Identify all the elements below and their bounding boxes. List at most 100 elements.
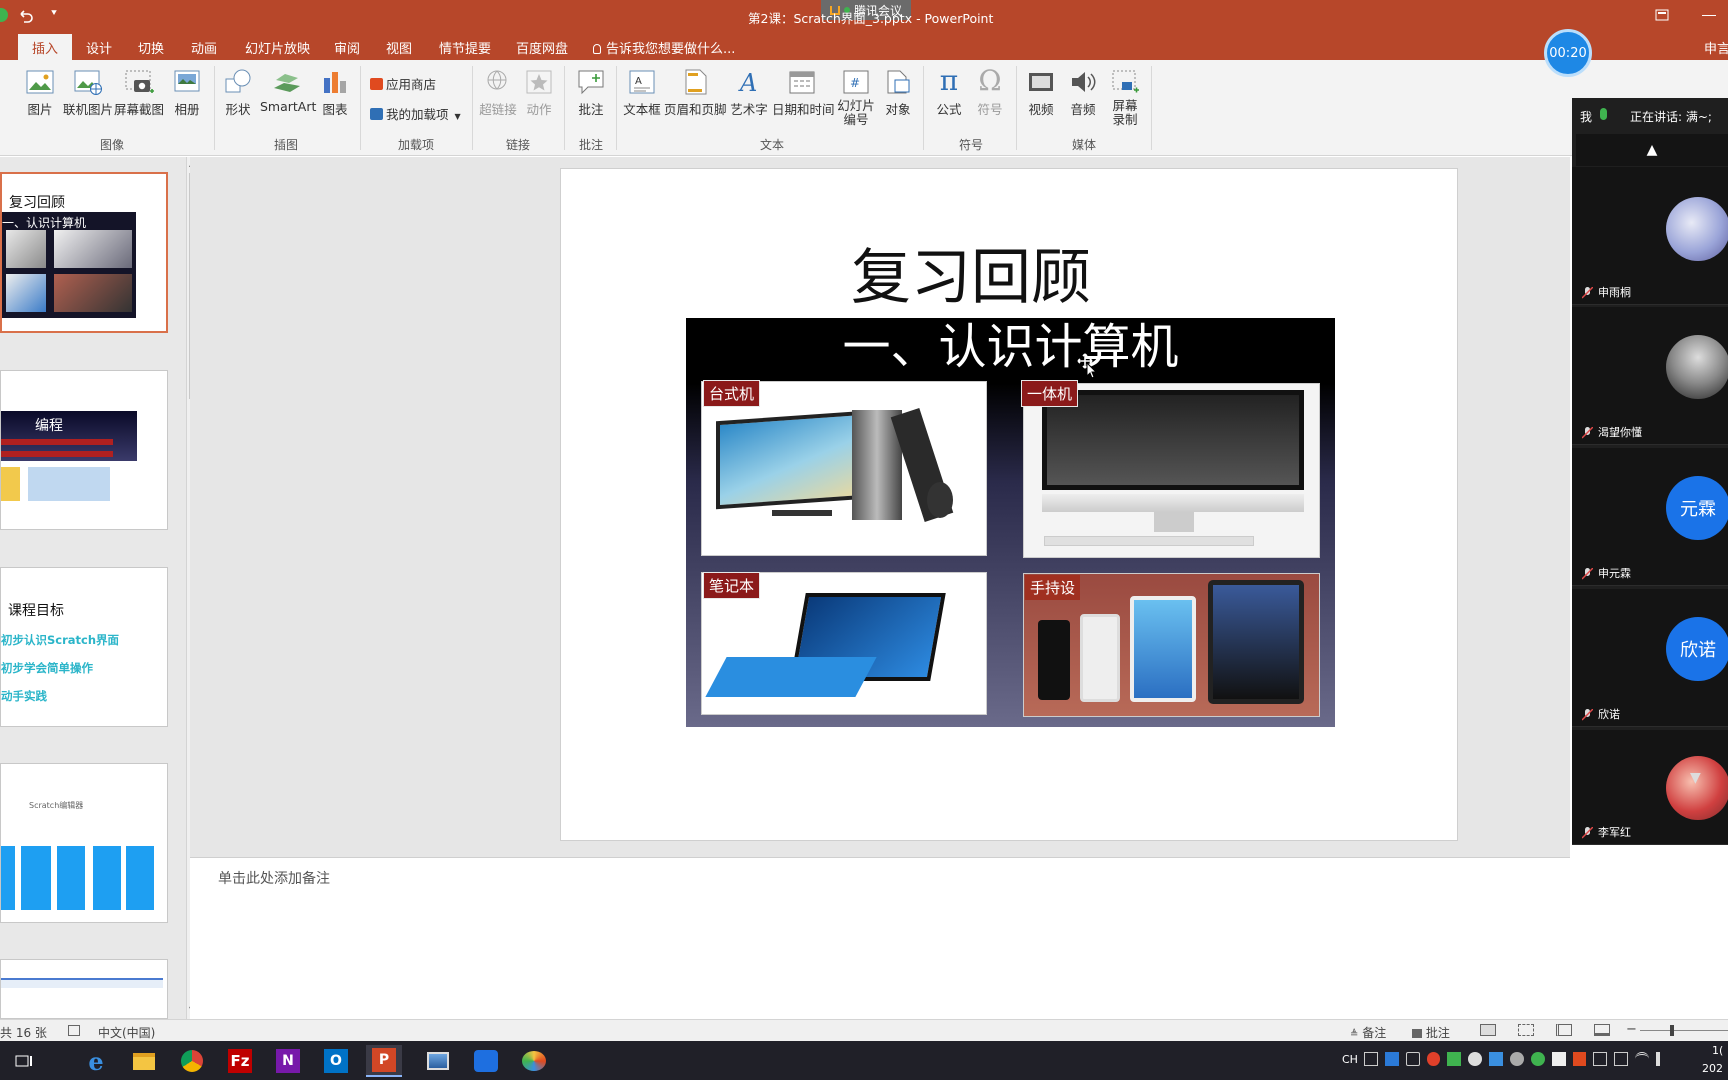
power-icon[interactable]: [0, 8, 8, 22]
slide-thumbnails-pane[interactable]: 复习回顾 一、认识计算机 编程 课程目标 初步认识Scratch界面 初步学会简…: [0, 157, 200, 1019]
current-slide[interactable]: 复习回顾 一、认识计算机 台式机 一体机 笔记本 手持设: [560, 168, 1458, 841]
tab-design[interactable]: 设计: [86, 38, 112, 57]
tray-monitor-icon[interactable]: [1447, 1052, 1462, 1066]
tray-meeting-icon[interactable]: [1384, 1052, 1399, 1066]
date-time-button[interactable]: 日期和时间: [772, 68, 835, 118]
tray-shield-icon[interactable]: [1489, 1052, 1504, 1066]
tray-window-icon[interactable]: [1593, 1052, 1608, 1066]
normal-view-icon[interactable]: [1480, 1024, 1496, 1036]
undo-icon[interactable]: [18, 8, 34, 24]
tray-wechat-icon[interactable]: [1530, 1052, 1545, 1066]
participant-card[interactable]: ▼ 李军红: [1572, 730, 1728, 845]
screen-recording-button[interactable]: 屏幕 录制: [1106, 68, 1144, 127]
tray-keyboard-icon[interactable]: [1364, 1052, 1378, 1066]
ribbon: 图片 联机图片 屏幕截图 相册 图像 形状 SmartArt 图表 插图 应用商…: [0, 60, 1728, 156]
minimize-icon[interactable]: [1702, 15, 1716, 16]
tray-pen-icon[interactable]: [1614, 1052, 1629, 1066]
language-status[interactable]: 中文(中国): [98, 1024, 155, 1041]
tray-wifi-icon[interactable]: [1635, 1052, 1650, 1066]
reading-view-icon[interactable]: [1556, 1024, 1572, 1036]
panel-scroll-down[interactable]: ▼: [1690, 770, 1701, 786]
wordart-button[interactable]: A 艺术字: [730, 68, 768, 118]
slideshow-icon[interactable]: [1594, 1024, 1610, 1036]
slide-number-button[interactable]: # 幻灯片 编号: [836, 68, 876, 127]
notes-placeholder[interactable]: 单击此处添加备注: [218, 868, 330, 888]
tray-nvidia-icon[interactable]: [1551, 1052, 1566, 1066]
taskbar-edge[interactable]: e: [78, 1045, 114, 1077]
slide-title[interactable]: 复习回顾: [561, 229, 1381, 316]
slide-thumbnail-1[interactable]: 复习回顾 一、认识计算机: [0, 172, 168, 333]
audio-button[interactable]: 音频: [1064, 68, 1102, 118]
participant-card[interactable]: 申雨桐: [1572, 167, 1728, 305]
participant-card[interactable]: 欣诺 欣诺: [1572, 589, 1728, 727]
taskbar-powerpoint[interactable]: P: [366, 1045, 402, 1077]
taskbar-paint[interactable]: [516, 1045, 552, 1077]
store-button[interactable]: 应用商店: [370, 74, 436, 93]
taskbar-explorer[interactable]: [126, 1045, 162, 1077]
participant-card[interactable]: 元霖 申元霖: [1572, 448, 1728, 586]
taskbar-onenote[interactable]: N: [270, 1045, 306, 1077]
slide-thumbnail-2[interactable]: 编程: [0, 370, 168, 530]
textbox-button[interactable]: A 文本框: [622, 68, 662, 118]
tray-volume-icon[interactable]: [1656, 1052, 1670, 1066]
zoom-slider[interactable]: [1640, 1025, 1728, 1036]
chart-button[interactable]: 图表: [318, 68, 352, 118]
tray-paw-icon[interactable]: [1468, 1052, 1483, 1066]
participant-card[interactable]: 渴望你懂: [1572, 307, 1728, 445]
input-language-indicator[interactable]: CH: [1342, 1053, 1358, 1066]
notes-toggle[interactable]: ≜ 备注: [1350, 1024, 1386, 1041]
computer-types-image[interactable]: 一、认识计算机 台式机 一体机 笔记本 手持设: [686, 318, 1335, 727]
zoom-out-icon[interactable]: −: [1626, 1022, 1637, 1037]
slide-sorter-icon[interactable]: [1518, 1024, 1534, 1036]
photo-album-button[interactable]: 相册: [170, 68, 204, 118]
taskbar-filezilla[interactable]: Fz: [222, 1045, 258, 1077]
clock-date[interactable]: 202: [1702, 1062, 1723, 1075]
notes-pane[interactable]: 单击此处添加备注: [190, 857, 1570, 1019]
smartart-button[interactable]: SmartArt: [260, 68, 316, 114]
video-button[interactable]: 视频: [1022, 68, 1060, 118]
tray-app-icon[interactable]: [1572, 1052, 1587, 1066]
tab-insert[interactable]: 插入: [18, 34, 73, 60]
comment-button[interactable]: 批注: [572, 68, 610, 118]
tab-storyboard[interactable]: 情节提要: [439, 38, 491, 57]
comments-toggle[interactable]: 批注: [1412, 1024, 1450, 1041]
tab-baidu-netdisk[interactable]: 百度网盘: [516, 38, 568, 57]
tray-usb-icon[interactable]: [1405, 1052, 1420, 1066]
ribbon-display-icon[interactable]: [1655, 8, 1669, 22]
task-view-button[interactable]: [6, 1045, 42, 1077]
online-picture-button[interactable]: 联机图片: [62, 68, 114, 118]
spellcheck-icon[interactable]: [68, 1025, 80, 1036]
equation-button[interactable]: π 公式: [930, 66, 968, 118]
slide-thumbnail-5[interactable]: [0, 959, 168, 1019]
tab-transitions[interactable]: 切换: [138, 38, 164, 57]
screenshot-button[interactable]: 屏幕截图: [114, 68, 164, 118]
meeting-timer[interactable]: 00:20: [1544, 29, 1592, 77]
tab-animations[interactable]: 动画: [191, 38, 217, 57]
pi-icon: π: [939, 64, 959, 97]
mic-on-icon[interactable]: [1600, 108, 1607, 120]
quick-access-dropdown-icon[interactable]: ⯆: [50, 8, 58, 19]
remote-desktop-icon: [427, 1052, 449, 1070]
insert-picture-button[interactable]: 图片: [22, 68, 58, 118]
taskbar-remote-app[interactable]: [420, 1045, 456, 1077]
taskbar-outlook[interactable]: O: [318, 1045, 354, 1077]
taskbar-tencent-meeting[interactable]: [468, 1045, 504, 1077]
tab-view[interactable]: 视图: [386, 38, 412, 57]
header-footer-button[interactable]: 页眉和页脚: [664, 68, 727, 118]
tray-chat-icon[interactable]: [1510, 1052, 1524, 1066]
object-button[interactable]: 对象: [880, 68, 916, 118]
slide-thumbnail-3[interactable]: 课程目标 初步认识Scratch界面 初步学会简单操作 动手实践: [0, 567, 168, 727]
user-name[interactable]: 申言: [1704, 38, 1728, 57]
taskbar-chrome[interactable]: [174, 1045, 210, 1077]
tray-antivirus-icon[interactable]: [1426, 1052, 1441, 1066]
tab-slideshow[interactable]: 幻灯片放映: [245, 38, 310, 57]
slide-thumbnail-4[interactable]: Scratch编辑器: [0, 763, 168, 923]
tell-me-search[interactable]: 告诉我您想要做什么...: [593, 38, 735, 57]
my-addins-button[interactable]: 我的加载项 ▼: [370, 104, 461, 123]
panel-scroll-up[interactable]: ▲: [1576, 134, 1728, 166]
tab-review[interactable]: 审阅: [334, 38, 360, 57]
shapes-button[interactable]: 形状: [220, 68, 256, 118]
symbol-button[interactable]: Ω 符号: [972, 66, 1008, 118]
zoom-slider-thumb[interactable]: [1670, 1025, 1674, 1036]
clock-time[interactable]: 1(: [1712, 1044, 1723, 1057]
